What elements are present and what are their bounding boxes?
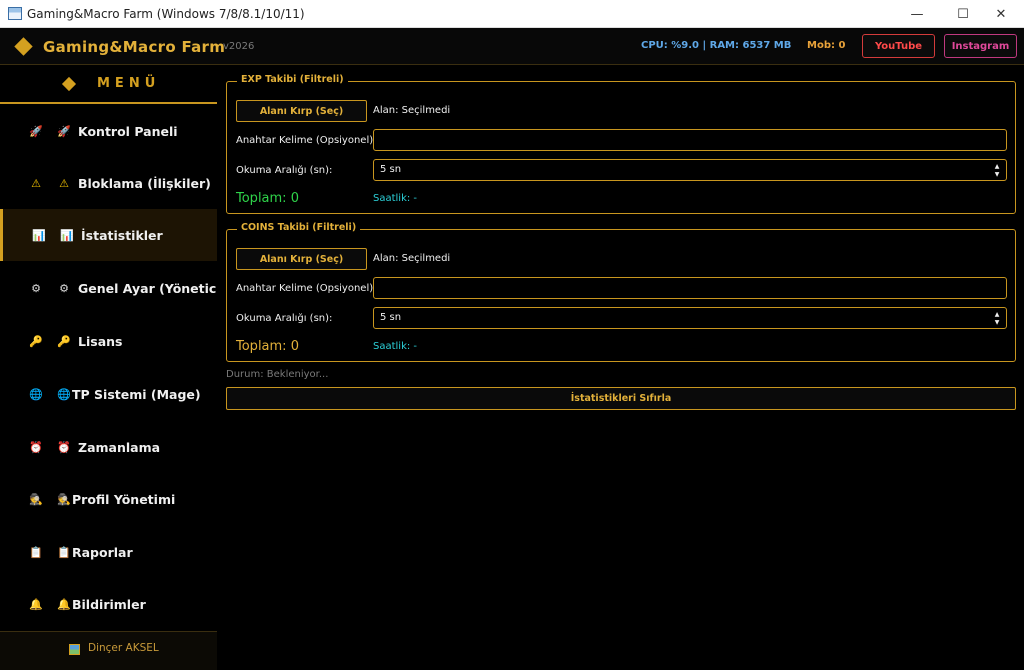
status-text: Durum: Bekleniyor...	[226, 369, 329, 380]
instagram-button[interactable]: Instagram	[944, 34, 1017, 58]
warning-icon: ⚠	[31, 176, 41, 190]
sidebar-item-bloklama[interactable]: ⚠ ⚠ Bloklama (İlişkiler)	[0, 157, 217, 209]
coins-interval-label: Okuma Aralığı (sn):	[236, 313, 333, 324]
gear-icon: ⚙	[31, 281, 41, 295]
spin-down-icon[interactable]: ▼	[993, 172, 1001, 178]
sidebar-footer-user: Dinçer AKSEL	[0, 631, 217, 670]
globe-icon: 🌐	[29, 387, 43, 401]
app-window-icon	[8, 7, 22, 20]
close-button[interactable]: ✕	[978, 0, 1024, 28]
globe-icon: 🌐	[57, 387, 71, 401]
menu-title: MENÜ	[97, 76, 161, 91]
key-icon: 🔑	[57, 334, 71, 348]
rocket-icon: 🚀	[57, 124, 71, 138]
spy-icon: 🕵	[29, 492, 43, 506]
mob-counter: Mob: 0	[807, 40, 846, 51]
exp-interval-label: Okuma Aralığı (sn):	[236, 165, 333, 176]
coins-hourly: Saatlik: -	[373, 341, 418, 352]
window-title: Gaming&Macro Farm (Windows 7/8/8.1/10/11…	[27, 7, 305, 21]
sidebar-item-label: Kontrol Paneli	[78, 123, 178, 139]
sidebar-item-bildirimler[interactable]: 🔔 🔔 Bildirimler	[0, 578, 217, 630]
menu-header: MENÜ	[0, 65, 217, 104]
coins-keyword-input[interactable]	[373, 277, 1007, 299]
exp-interval-value: 5 sn	[380, 164, 402, 175]
exp-area-label: Alan: Seçilmedi	[373, 105, 451, 116]
sidebar-item-tp-sistemi[interactable]: 🌐 🌐 TP Sistemi (Mage)	[0, 368, 217, 420]
bar-chart-icon: 📊	[60, 228, 74, 242]
clipboard-icon: 📋	[57, 545, 71, 559]
sidebar-item-raporlar[interactable]: 📋 📋 Raporlar	[0, 526, 217, 578]
sidebar-item-profil-yonetimi[interactable]: 🕵 🕵 Profil Yönetimi	[0, 473, 217, 525]
alarm-clock-icon: ⏰	[57, 440, 71, 454]
exp-keyword-label: Anahtar Kelime (Opsiyonel):	[236, 135, 377, 146]
bar-chart-icon: 📊	[32, 228, 46, 242]
sidebar-item-label: Bildirimler	[72, 596, 146, 612]
sidebar-item-label: Zamanlama	[78, 439, 161, 455]
sidebar-item-label: Profil Yönetimi	[72, 491, 176, 507]
clipboard-icon: 📋	[29, 545, 43, 559]
minimize-button[interactable]: —	[894, 0, 940, 28]
youtube-button[interactable]: YouTube	[862, 34, 935, 58]
user-image-icon	[69, 644, 80, 655]
user-name: Dinçer AKSEL	[88, 642, 159, 654]
app-header: Gaming&Macro Farm v2026 CPU: %9.0 | RAM:…	[0, 28, 1024, 65]
spin-down-icon[interactable]: ▼	[993, 320, 1001, 326]
exp-hourly: Saatlik: -	[373, 193, 418, 204]
coins-area-label: Alan: Seçilmedi	[373, 253, 451, 264]
sidebar-item-lisans[interactable]: 🔑 🔑 Lisans	[0, 315, 217, 367]
exp-total: Toplam: 0	[236, 191, 299, 206]
app-version: v2026	[223, 41, 255, 52]
sidebar-item-zamanlama[interactable]: ⏰ ⏰ Zamanlama	[0, 421, 217, 473]
spin-up-icon[interactable]: ▲	[993, 312, 1001, 318]
coins-interval-value: 5 sn	[380, 312, 402, 323]
bell-icon: 🔔	[57, 597, 71, 611]
sidebar-item-label: Genel Ayar (Yönetici)	[78, 280, 227, 296]
sidebar-item-label: Bloklama (İlişkiler)	[78, 175, 211, 191]
coins-group-legend: COINS Takibi (Filtreli)	[237, 222, 361, 233]
exp-keyword-input[interactable]	[373, 129, 1007, 151]
coins-keyword-label: Anahtar Kelime (Opsiyonel):	[236, 283, 377, 294]
sidebar: MENÜ 🚀 🚀 Kontrol Paneli ⚠ ⚠ Bloklama (İl…	[0, 65, 226, 670]
logo-diamond-icon	[14, 37, 33, 56]
coins-crop-area-button[interactable]: Alanı Kırp (Seç)	[236, 248, 367, 270]
key-icon: 🔑	[29, 334, 43, 348]
sidebar-item-label: İstatistikler	[81, 227, 163, 243]
app-name: Gaming&Macro Farm	[43, 38, 226, 56]
exp-tracking-group: EXP Takibi (Filtreli) Alanı Kırp (Seç) A…	[226, 74, 1016, 214]
sidebar-item-istatistikler[interactable]: 📊 📊 İstatistikler	[0, 209, 217, 261]
coins-interval-spinbox[interactable]: 5 sn ▲ ▼	[373, 307, 1007, 329]
spin-up-icon[interactable]: ▲	[993, 164, 1001, 170]
sidebar-item-label: Lisans	[78, 333, 123, 349]
warning-icon: ⚠	[59, 176, 69, 190]
reset-statistics-button[interactable]: İstatistikleri Sıfırla	[226, 387, 1016, 410]
cpu-ram-readout: CPU: %9.0 | RAM: 6537 MB	[641, 40, 792, 51]
exp-group-legend: EXP Takibi (Filtreli)	[237, 74, 348, 85]
statistics-panel: EXP Takibi (Filtreli) Alanı Kırp (Seç) A…	[217, 65, 1024, 670]
spy-icon: 🕵	[57, 492, 71, 506]
sidebar-item-label: Raporlar	[72, 544, 133, 560]
rocket-icon: 🚀	[29, 124, 43, 138]
sidebar-item-label: TP Sistemi (Mage)	[72, 386, 201, 402]
bell-icon: 🔔	[29, 597, 43, 611]
sidebar-item-genel-ayar[interactable]: ⚙ ⚙ Genel Ayar (Yönetici)	[0, 262, 226, 314]
gear-icon: ⚙	[59, 281, 69, 295]
window-titlebar: Gaming&Macro Farm (Windows 7/8/8.1/10/11…	[0, 0, 1024, 28]
menu-diamond-icon	[61, 76, 77, 92]
exp-crop-area-button[interactable]: Alanı Kırp (Seç)	[236, 100, 367, 122]
coins-tracking-group: COINS Takibi (Filtreli) Alanı Kırp (Seç)…	[226, 222, 1016, 362]
sidebar-item-kontrol-paneli[interactable]: 🚀 🚀 Kontrol Paneli	[0, 105, 217, 157]
alarm-clock-icon: ⏰	[29, 440, 43, 454]
exp-interval-spinbox[interactable]: 5 sn ▲ ▼	[373, 159, 1007, 181]
coins-total: Toplam: 0	[236, 339, 299, 354]
